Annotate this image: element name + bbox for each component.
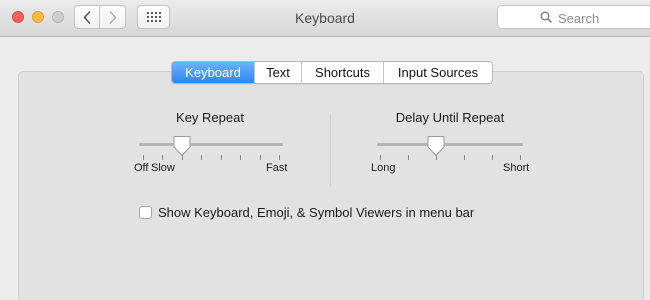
slider-tick: [162, 155, 163, 160]
keyboard-preferences-window: Keyboard Keyboard Text Shortcuts Input S…: [0, 0, 650, 300]
tab-bar: Keyboard Text Shortcuts Input Sources: [171, 61, 493, 84]
delay-short-label: Short: [503, 162, 530, 174]
slider-tick: [492, 155, 493, 160]
delay-long-label: Long: [371, 162, 396, 174]
key-repeat-slider-knob[interactable]: [173, 135, 191, 157]
preferences-pane: [18, 71, 644, 300]
search-input[interactable]: [556, 8, 650, 28]
minimize-button[interactable]: [32, 11, 44, 23]
tab-shortcuts[interactable]: Shortcuts: [301, 62, 383, 83]
key-repeat-fast-label: Fast: [266, 162, 288, 174]
close-button[interactable]: [12, 11, 24, 23]
search-field[interactable]: [497, 5, 650, 29]
show-viewers-checkbox[interactable]: [139, 206, 152, 219]
show-all-button[interactable]: [137, 5, 170, 29]
slider-tick: [380, 155, 381, 160]
key-repeat-slow-label: Slow: [151, 162, 175, 174]
show-viewers-label[interactable]: Show Keyboard, Emoji, & Symbol Viewers i…: [158, 205, 474, 220]
delay-until-repeat-track[interactable]: [377, 143, 523, 146]
slider-tick: [201, 155, 202, 160]
slider-tick: [143, 155, 144, 160]
slider-tick: [221, 155, 222, 160]
delay-until-repeat-title: Delay Until Repeat: [395, 110, 505, 125]
zoom-button: [52, 11, 64, 23]
key-repeat-off-label: Off: [134, 162, 149, 174]
slider-tick: [408, 155, 409, 160]
navigation-buttons: [74, 5, 126, 29]
section-divider: [330, 114, 331, 186]
slider-tick: [520, 155, 521, 160]
chevron-right-icon: [109, 10, 116, 24]
magnifier-icon: [540, 11, 552, 23]
key-repeat-track[interactable]: [139, 143, 283, 146]
back-button[interactable]: [74, 5, 100, 29]
delay-until-repeat-slider-knob[interactable]: [427, 135, 445, 157]
grid-icon: [146, 12, 161, 22]
forward-button[interactable]: [100, 5, 126, 29]
slider-tick: [260, 155, 261, 160]
chevron-left-icon: [83, 10, 91, 24]
tab-input-sources[interactable]: Input Sources: [383, 62, 492, 83]
title-bar: Keyboard: [0, 0, 650, 37]
tab-text[interactable]: Text: [254, 62, 301, 83]
slider-tick: [240, 155, 241, 160]
key-repeat-title: Key Repeat: [176, 110, 244, 125]
tab-keyboard[interactable]: Keyboard: [172, 62, 254, 83]
slider-tick: [279, 155, 280, 160]
slider-tick: [464, 155, 465, 160]
